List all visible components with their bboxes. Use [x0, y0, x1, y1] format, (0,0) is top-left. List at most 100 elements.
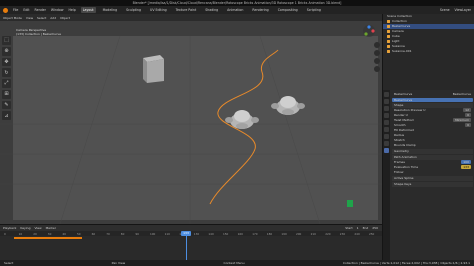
playback-menu[interactable]: Playback: [3, 226, 16, 230]
render-u-field[interactable]: 0: [465, 113, 471, 117]
tab-uv-editing[interactable]: UV Editing: [148, 7, 169, 13]
tab-modeling[interactable]: Modeling: [101, 7, 120, 13]
ruler-tick-label: 140: [208, 231, 214, 236]
outliner-item-suzanne-001[interactable]: Suzanne.001: [383, 49, 474, 54]
tab-animation[interactable]: Animation: [225, 7, 245, 13]
move-tool-icon[interactable]: ✥: [2, 57, 11, 67]
scene-selector[interactable]: Scene: [440, 8, 450, 12]
tab-rendering[interactable]: Rendering: [250, 7, 270, 13]
current-frame-indicator[interactable]: 133: [181, 231, 191, 236]
ruler-tick-label: 220: [325, 231, 331, 236]
blender-logo-icon[interactable]: [3, 7, 8, 13]
timeline-editor[interactable]: Playback Keying View Marker Start 1 End …: [0, 224, 382, 261]
ruler-tick-label: 60: [91, 231, 96, 236]
perspective-toggle-icon[interactable]: [374, 66, 380, 72]
menu-render[interactable]: Render: [35, 8, 46, 12]
tool-tab-icon[interactable]: [384, 92, 389, 97]
light-icon: [387, 40, 390, 43]
curve-data-tab-icon[interactable]: [384, 148, 389, 153]
end-label: End: [362, 226, 369, 230]
status-context-menu: Context Menu: [223, 261, 245, 265]
ruler-tick-label: 130: [193, 231, 200, 236]
tab-compositing[interactable]: Compositing: [276, 7, 300, 13]
active-object-marker: [347, 200, 353, 207]
ruler-tick-label: 230: [339, 231, 346, 236]
ruler-tick-label: 70: [106, 231, 110, 236]
3d-viewport[interactable]: Object Mode View Select Add Object Camer…: [0, 14, 382, 224]
status-select: Select: [4, 261, 14, 265]
top-bar: File Edit Render Window Help Layout Mode…: [0, 6, 474, 14]
view-menu[interactable]: View: [34, 226, 41, 230]
prop-row[interactable]: Bounds Clamp: [392, 143, 473, 148]
ruler-tick-label: 90: [135, 231, 139, 236]
section-geometry[interactable]: Geometry: [392, 148, 473, 154]
navigation-gizmo-icon[interactable]: [362, 24, 376, 38]
ruler-tick-label: 20: [33, 231, 37, 236]
status-bar: Select Pan View Context Menu Collection …: [0, 260, 474, 266]
status-stats: Collection | BezierCurve | Verts:1,012 |…: [342, 261, 470, 265]
render-tab-icon[interactable]: [384, 99, 389, 104]
section-shape-keys[interactable]: Shape Keys: [392, 181, 473, 187]
select-tool-icon[interactable]: ⬚: [2, 36, 11, 45]
object-tab-icon[interactable]: [384, 127, 389, 132]
cube-object: [143, 55, 164, 83]
scale-tool-icon[interactable]: ⤢: [2, 79, 11, 88]
camera-icon: [387, 30, 390, 33]
world-tab-icon[interactable]: [384, 120, 389, 125]
follow-row[interactable]: Follow: [392, 170, 473, 175]
start-frame-field[interactable]: 1: [357, 226, 359, 230]
keying-menu[interactable]: Keying: [20, 226, 30, 230]
properties-tabs: [383, 90, 390, 266]
end-frame-field[interactable]: 250: [372, 226, 378, 230]
cursor-tool-icon[interactable]: ⊕: [2, 46, 11, 56]
measure-tool-icon[interactable]: ⊿: [2, 111, 11, 120]
smooth-field[interactable]: 0: [465, 123, 471, 127]
ruler-tick-label: 250: [369, 231, 375, 236]
resolution-field[interactable]: 12: [463, 108, 471, 112]
suzanne-object-2: [271, 96, 305, 115]
ruler-tick-label: 80: [120, 231, 125, 236]
ruler-tick-label: 0: [4, 231, 6, 236]
menu-help[interactable]: Help: [68, 8, 75, 12]
camera-view-icon[interactable]: [374, 58, 380, 64]
tab-scripting[interactable]: Scripting: [305, 7, 323, 13]
menu-edit[interactable]: Edit: [23, 8, 29, 12]
status-pan-view: Pan View: [111, 261, 126, 265]
properties-content: BezierCurve BezierCurve BezierCurve Shap…: [392, 92, 473, 187]
transform-tool-icon[interactable]: ⊞: [2, 89, 11, 99]
modifier-tab-icon[interactable]: [384, 134, 389, 139]
output-tab-icon[interactable]: [384, 106, 389, 111]
data-name-label[interactable]: BezierCurve: [453, 92, 471, 97]
collection-icon: [387, 20, 390, 23]
twist-method-dropdown[interactable]: Minimum: [453, 118, 471, 122]
section-active-spline[interactable]: Active Spline: [392, 175, 473, 181]
constraint-tab-icon[interactable]: [384, 141, 389, 146]
tab-sculpting[interactable]: Sculpting: [124, 7, 143, 13]
evaluation-time-field[interactable]: 133: [461, 165, 471, 169]
data-block-field[interactable]: BezierCurve: [392, 97, 473, 102]
tab-shading[interactable]: Shading: [203, 7, 220, 13]
scene-tab-icon[interactable]: [384, 113, 389, 118]
ruler-tick-label: 50: [77, 231, 81, 236]
suzanne-object-1: [225, 110, 259, 129]
menu-window[interactable]: Window: [51, 8, 64, 12]
tab-layout[interactable]: Layout: [80, 7, 96, 13]
view-layer-selector[interactable]: ViewLayer: [455, 8, 471, 12]
pan-icon[interactable]: [374, 50, 380, 56]
outliner-panel: Scene Collection Collection BezierCurve …: [382, 14, 474, 90]
marker-menu[interactable]: Marker: [46, 226, 56, 230]
ruler-tick-label: 30: [47, 231, 52, 236]
zoom-icon[interactable]: [374, 42, 380, 48]
tab-texture-paint[interactable]: Texture Paint: [174, 7, 199, 13]
annotate-tool-icon[interactable]: ✎: [2, 100, 11, 110]
object-name-row: BezierCurve BezierCurve: [392, 92, 473, 97]
frames-field[interactable]: 100: [461, 160, 471, 164]
timeline-track[interactable]: [0, 236, 382, 261]
ruler-tick-label: 210: [310, 231, 316, 236]
menu-file[interactable]: File: [13, 8, 18, 12]
object-name[interactable]: BezierCurve: [394, 92, 412, 97]
mesh-icon: [387, 35, 390, 38]
rotate-tool-icon[interactable]: ↻: [2, 68, 11, 77]
toolbar: ⬚ ⊕ ✥ ↻ ⤢ ⊞ ✎ ⊿: [2, 36, 11, 120]
ruler-tick-label: 170: [252, 231, 258, 236]
